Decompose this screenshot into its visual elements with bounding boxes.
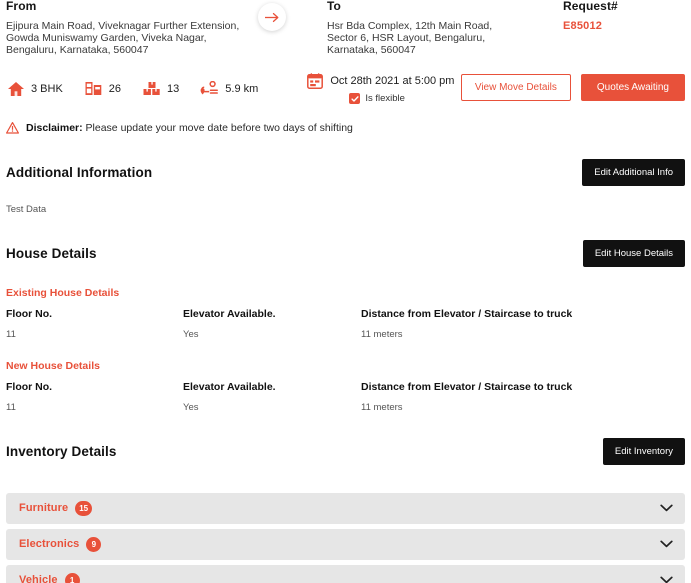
move-date-block: Oct 28th 2021 at 5:00 pm Is flexible — [307, 73, 473, 105]
stat-distance: 5.9 km — [200, 79, 258, 98]
new-elevator-field: Elevator Available. Yes — [183, 381, 361, 413]
stat-boxes: 13 — [142, 79, 179, 98]
disclaimer-row: Disclaimer: Please update your move date… — [6, 121, 685, 134]
addresses-row: From Ejipura Main Road, Viveknagar Furth… — [6, 0, 685, 57]
new-elevator-value: Yes — [183, 401, 199, 413]
new-house-details-subtitle: New House Details — [6, 359, 100, 372]
chevron-down-icon[interactable] — [660, 499, 673, 517]
stat-distance-value: 5.9 km — [225, 82, 259, 95]
existing-house-details-subtitle: Existing House Details — [6, 286, 120, 299]
additional-information-header: Additional Information Edit Additional I… — [6, 158, 685, 186]
quotes-awaiting-button[interactable]: Quotes Awaiting — [580, 73, 685, 101]
move-date-line: Oct 28th 2021 at 5:00 pm — [307, 73, 473, 90]
header-actions: View Move Details Quotes Awaiting — [460, 73, 685, 101]
request-number: E85012 — [563, 20, 603, 32]
accordion-count-furniture: 15 — [75, 500, 93, 516]
from-heading: From — [6, 0, 37, 13]
house-details-title: House Details — [6, 245, 97, 261]
from-block: From Ejipura Main Road, Viveknagar Furth… — [6, 0, 249, 57]
existing-distance-label: Distance from Elevator / Staircase to tr… — [361, 307, 573, 320]
stat-furniture: 26 — [84, 79, 121, 98]
edit-inventory-button[interactable]: Edit Inventory — [602, 437, 685, 465]
from-address: Ejipura Main Road, Viveknagar Further Ex… — [6, 20, 240, 57]
arrow-right-icon — [258, 3, 286, 31]
to-address: Hsr Bda Complex, 12th Main Road, Sector … — [327, 20, 493, 57]
accordion-row-electronics[interactable]: Electronics 9 — [6, 528, 685, 560]
new-house-details-grid: Floor No. 11 Elevator Available. Yes Dis… — [6, 381, 685, 413]
existing-floor-no-label: Floor No. — [6, 307, 53, 320]
boxes-icon — [142, 79, 161, 98]
chevron-down-icon[interactable] — [660, 571, 673, 583]
accordion-left-electronics: Electronics 9 — [19, 536, 102, 552]
new-floor-no-field: Floor No. 11 — [6, 381, 183, 413]
new-distance-value: 11 meters — [361, 401, 403, 413]
disclaimer-text: Disclaimer: Please update your move date… — [26, 122, 353, 134]
existing-house-details-grid: Floor No. 11 Elevator Available. Yes Dis… — [6, 308, 685, 340]
request-block: Request# E85012 — [519, 0, 679, 32]
is-flexible-checkbox[interactable] — [349, 93, 361, 105]
accordion-label-furniture: Furniture — [19, 502, 69, 515]
new-floor-no-label: Floor No. — [6, 380, 53, 393]
accordion-count-vehicle: 1 — [64, 572, 80, 583]
move-date-text: Oct 28th 2021 at 5:00 pm — [330, 75, 455, 88]
accordion-row-vehicle[interactable]: Vehicle 1 — [6, 564, 685, 583]
disclaimer-message: Please update your move date before two … — [82, 121, 353, 134]
new-distance-label: Distance from Elevator / Staircase to tr… — [361, 380, 573, 393]
new-floor-no-value: 11 — [6, 401, 16, 413]
chevron-down-icon[interactable] — [660, 535, 673, 553]
warning-icon — [6, 121, 19, 134]
calendar-icon — [307, 73, 324, 90]
inventory-details-header: Inventory Details Edit Inventory — [6, 437, 685, 465]
move-request-detail-page: From Ejipura Main Road, Viveknagar Furth… — [0, 0, 691, 583]
existing-elevator-label: Elevator Available. — [183, 307, 276, 320]
existing-distance-value: 11 meters — [361, 328, 403, 340]
summary-stats-row: 3 BHK 26 13 5.9 km Oct 28th 2021 at 5:00… — [6, 73, 685, 105]
existing-floor-no-field: Floor No. 11 — [6, 308, 183, 340]
existing-elevator-field: Elevator Available. Yes — [183, 308, 361, 340]
stat-bhk: 3 BHK — [6, 79, 63, 98]
view-move-details-button[interactable]: View Move Details — [460, 73, 571, 101]
existing-floor-no-value: 11 — [6, 328, 16, 340]
inventory-accordion-list: Furniture 15 Electronics 9 Vehicle 1 — [6, 492, 685, 583]
additional-information-content: Test Data — [6, 203, 47, 215]
request-heading: Request# — [563, 0, 618, 13]
to-block: To Hsr Bda Complex, 12th Main Road, Sect… — [249, 0, 519, 57]
furniture-icon — [84, 79, 103, 98]
existing-elevator-value: Yes — [183, 328, 199, 340]
route-distance-icon — [200, 79, 219, 98]
home-icon — [6, 79, 25, 98]
is-flexible-row[interactable]: Is flexible — [349, 93, 473, 105]
edit-house-details-button[interactable]: Edit House Details — [582, 239, 685, 267]
arrow-right-glyph — [264, 12, 278, 22]
inventory-details-title: Inventory Details — [6, 443, 117, 459]
new-distance-field: Distance from Elevator / Staircase to tr… — [361, 381, 661, 413]
stat-boxes-value: 13 — [167, 82, 180, 95]
check-icon — [351, 95, 359, 102]
stat-bhk-value: 3 BHK — [31, 82, 63, 95]
is-flexible-label: Is flexible — [365, 93, 405, 105]
accordion-label-electronics: Electronics — [19, 538, 80, 551]
house-details-header: House Details Edit House Details — [6, 239, 685, 267]
edit-additional-info-button[interactable]: Edit Additional Info — [582, 158, 685, 186]
accordion-row-furniture[interactable]: Furniture 15 — [6, 492, 685, 524]
accordion-left-vehicle: Vehicle 1 — [19, 572, 80, 583]
new-elevator-label: Elevator Available. — [183, 380, 276, 393]
disclaimer-label: Disclaimer: — [26, 121, 83, 134]
accordion-left-furniture: Furniture 15 — [19, 500, 93, 516]
existing-distance-field: Distance from Elevator / Staircase to tr… — [361, 308, 661, 340]
additional-information-title: Additional Information — [6, 164, 153, 180]
accordion-label-vehicle: Vehicle — [19, 574, 58, 583]
accordion-count-electronics: 9 — [86, 536, 102, 552]
to-heading: To — [327, 0, 341, 13]
stat-furniture-value: 26 — [108, 82, 122, 95]
